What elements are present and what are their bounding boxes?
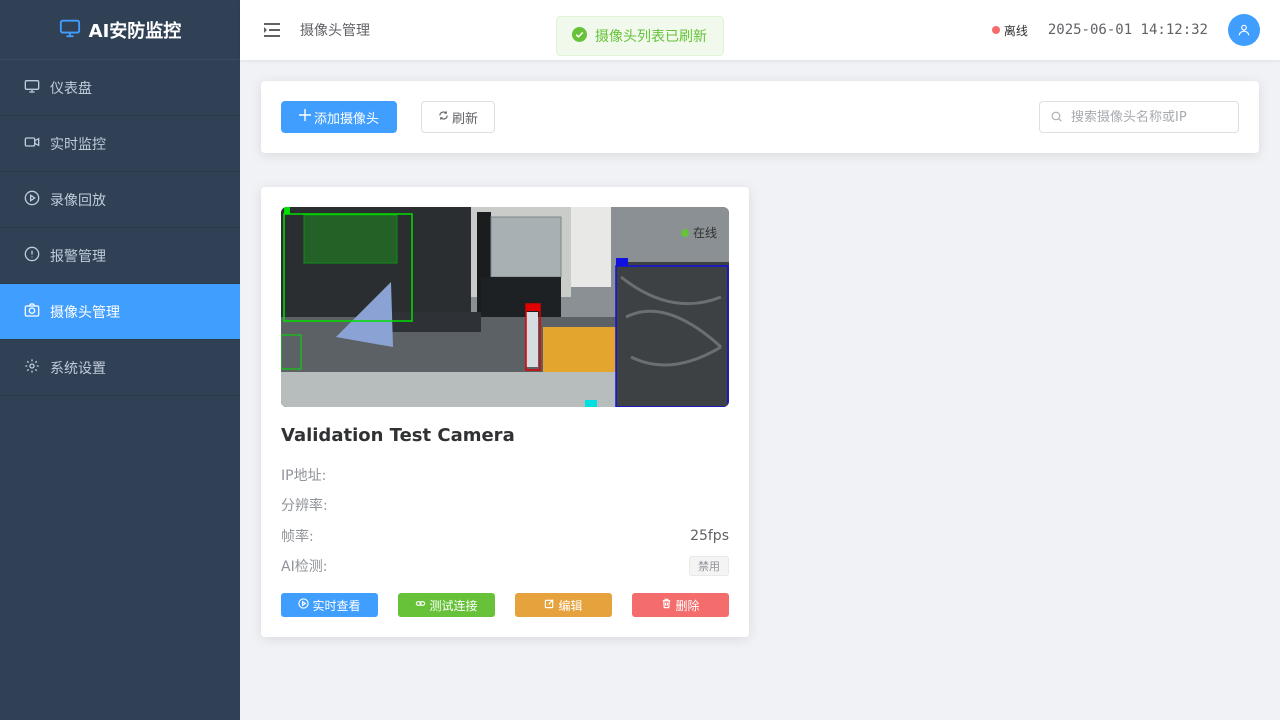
ai-detection-label: AI检测: [281,559,328,575]
edit-button[interactable]: 编辑 [515,593,612,617]
top-header: 摄像头管理 离线 2025-06-01 14:12:32 [240,0,1280,60]
sidebar-item-label: 实时监控 [50,136,106,153]
sidebar-item-label: 系统设置 [50,360,106,377]
resolution-row: 分辨率: [281,495,729,515]
plus-icon [298,109,311,125]
live-view-label: 实时查看 [312,598,361,613]
toolbar-card: 添加摄像头 刷新 [261,81,1259,153]
app-title: AI安防监控 [88,20,182,42]
connection-status: 离线 [991,22,1028,39]
sidebar-item-label: 仪表盘 [50,80,92,97]
link-icon [415,598,426,612]
sidebar-item-cameras[interactable]: 摄像头管理 [0,284,240,340]
camera-icon [24,302,40,322]
brand: AI安防监控 [0,0,240,60]
ip-row: IP地址: [281,465,729,485]
resolution-label: 分辨率: [281,498,328,514]
sidebar-item-playback[interactable]: 录像回放 [0,172,240,228]
fps-label: 帧率: [281,529,314,545]
sidebar-item-alarms[interactable]: 报警管理 [0,228,240,284]
datetime: 2025-06-01 14:12:32 [1047,22,1208,38]
add-camera-label: 添加摄像头 [313,111,379,127]
test-connection-button[interactable]: 测试连接 [398,593,495,617]
sidebar: AI安防监控 仪表盘 实时监控 录像回放 报警管理 摄像头管理 系统设置 [0,0,240,720]
ai-detection-tag: 禁用 [689,556,729,576]
play-circle-icon [298,598,310,612]
online-dot-icon [680,228,689,237]
sidebar-item-label: 报警管理 [50,248,106,265]
gear-icon [24,358,40,378]
sidebar-item-live[interactable]: 实时监控 [0,116,240,172]
camera-card: 在线 Validation Test Camera IP地址: 分辨率: 帧率:… [261,187,749,637]
refresh-label: 刷新 [451,111,478,127]
trash-icon [661,598,672,612]
sidebar-item-settings[interactable]: 系统设置 [0,340,240,396]
warning-icon [24,246,40,266]
breadcrumb: 摄像头管理 [300,23,370,39]
camera-name: Validation Test Camera [281,425,515,446]
video-camera-icon [24,134,40,154]
sidebar-item-label: 摄像头管理 [50,304,120,321]
fps-row: 帧率: 25fps [281,526,729,546]
sidebar-item-dashboard[interactable]: 仪表盘 [0,60,240,116]
edit-icon [544,598,555,612]
toast-message: 摄像头列表已刷新 [595,29,707,45]
monitor-logo-icon [59,17,81,43]
status-label: 离线 [1003,23,1028,38]
fps-value: 25fps [690,528,729,544]
camera-frame-image [281,207,729,407]
sidebar-item-label: 录像回放 [50,192,106,209]
check-circle-icon [572,26,587,46]
status-dot-icon [991,26,1000,34]
success-toast: 摄像头列表已刷新 [556,16,724,56]
edit-label: 编辑 [558,598,583,613]
online-label: 在线 [692,226,717,240]
user-avatar[interactable] [1228,14,1260,46]
refresh-button[interactable]: 刷新 [421,101,495,133]
online-status-badge: 在线 [680,224,717,241]
camera-preview[interactable]: 在线 [281,207,729,407]
ai-detection-row: AI检测: 禁用 [281,556,729,576]
menu-fold-icon[interactable] [264,22,280,38]
live-view-button[interactable]: 实时查看 [281,593,378,617]
refresh-icon [438,110,449,125]
play-circle-icon [24,190,40,210]
search-input[interactable] [1071,109,1221,125]
ip-label: IP地址: [281,468,327,484]
search-icon [1050,108,1063,127]
delete-label: 删除 [675,598,700,613]
add-camera-button[interactable]: 添加摄像头 [281,101,397,133]
search-box [1039,101,1239,133]
monitor-icon [24,78,40,98]
test-connection-label: 测试连接 [429,598,478,613]
delete-button[interactable]: 删除 [632,593,729,617]
